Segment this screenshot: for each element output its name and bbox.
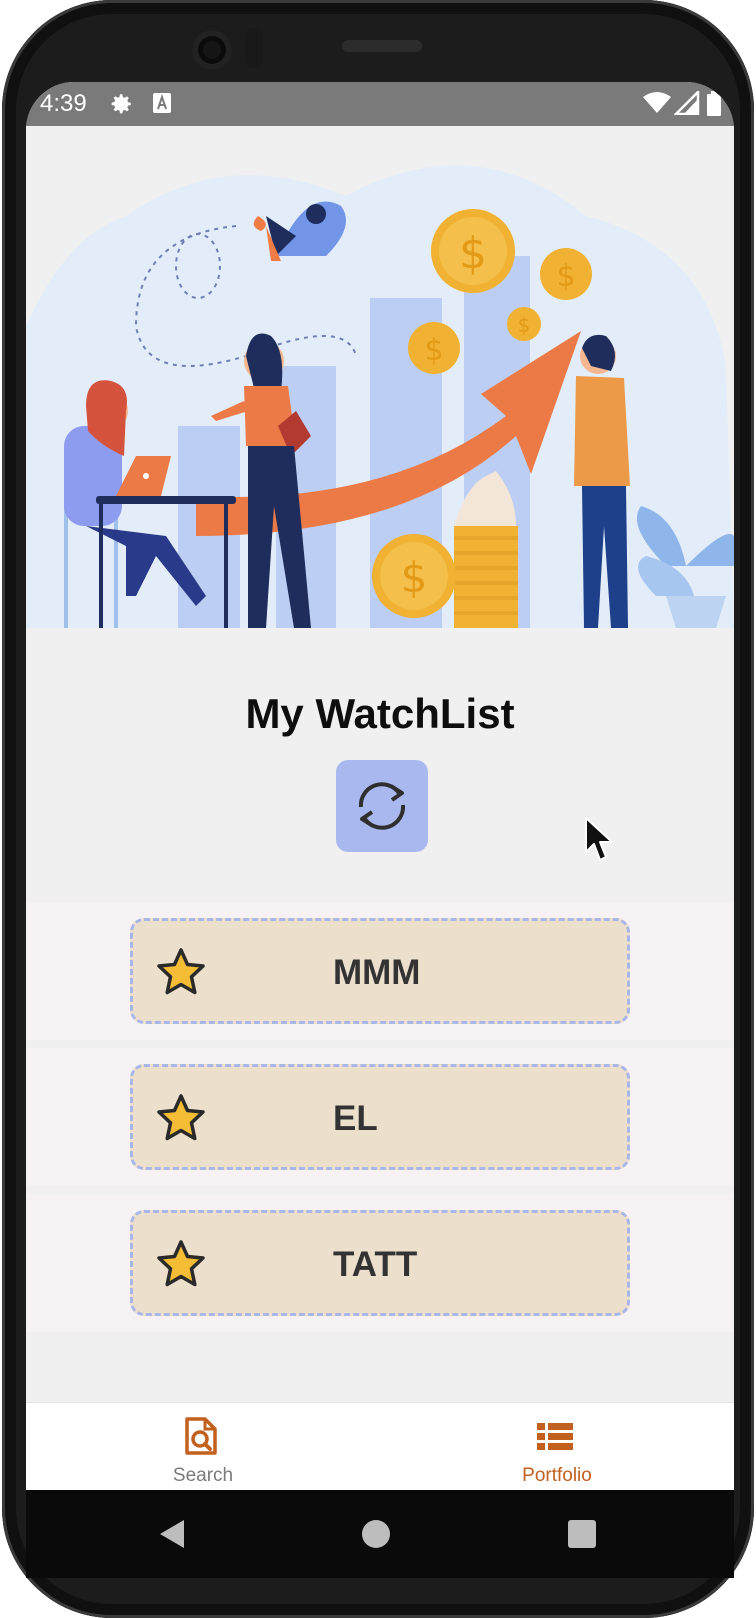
- watchlist-card-mmm[interactable]: MMM: [130, 918, 630, 1024]
- wifi-icon: [643, 92, 671, 113]
- investment-growth-illustration: $ $ $ $ $: [26, 165, 734, 628]
- system-navigation-bar: [26, 1490, 734, 1578]
- nav-label-portfolio: Portfolio: [522, 1465, 592, 1486]
- refresh-icon: [358, 782, 406, 830]
- home-icon[interactable]: [362, 1520, 390, 1548]
- list-item: EL: [26, 1048, 734, 1186]
- status-bar: 4:39: [26, 82, 734, 126]
- front-camera: [192, 30, 232, 70]
- ticker-label: TATT: [333, 1245, 418, 1284]
- svg-text:$: $: [459, 228, 487, 279]
- watchlist: MMM EL TATT: [26, 902, 734, 1340]
- hero-illustration: $ $ $ $ $: [26, 126, 734, 628]
- svg-text:$: $: [401, 553, 428, 602]
- star-icon[interactable]: [155, 1239, 207, 1291]
- a-notification-icon: [153, 93, 171, 113]
- watchlist-card-el[interactable]: EL: [130, 1064, 630, 1170]
- svg-text:$: $: [424, 333, 443, 368]
- app-screen: 4:39 $ $ $ $ $ My WatchList MMM EL TATT …: [26, 82, 734, 1490]
- nav-item-portfolio[interactable]: Portfolio: [380, 1403, 734, 1490]
- bottom-navigation: Search Portfolio: [26, 1402, 734, 1490]
- nav-label-search: Search: [172, 1465, 234, 1486]
- star-icon[interactable]: [155, 947, 207, 999]
- battery-icon: [707, 91, 721, 116]
- ticker-label: EL: [333, 1099, 378, 1138]
- search-document-icon: [185, 1417, 217, 1455]
- refresh-button[interactable]: [336, 760, 428, 852]
- proximity-sensor: [245, 28, 263, 68]
- svg-text:$: $: [556, 259, 575, 294]
- page-title: My WatchList: [245, 690, 515, 737]
- status-time: 4:39: [40, 90, 87, 117]
- mouse-cursor-icon: [585, 817, 613, 861]
- recents-icon[interactable]: [568, 1520, 596, 1548]
- device: 4:39 $ $ $ $ $ My WatchList MMM EL TATT …: [0, 0, 756, 1618]
- watchlist-card-tatt[interactable]: TATT: [130, 1210, 630, 1316]
- signal-icon: [674, 91, 700, 115]
- list-icon: [537, 1423, 573, 1450]
- ticker-label: MMM: [333, 953, 421, 992]
- back-icon[interactable]: [154, 1516, 190, 1552]
- earpiece-speaker: [342, 40, 422, 52]
- svg-text:$: $: [518, 313, 531, 337]
- list-item: MMM: [26, 902, 734, 1040]
- star-icon[interactable]: [155, 1093, 207, 1145]
- list-item: TATT: [26, 1194, 734, 1332]
- gear-icon: [111, 94, 131, 114]
- nav-item-search[interactable]: Search: [26, 1403, 380, 1490]
